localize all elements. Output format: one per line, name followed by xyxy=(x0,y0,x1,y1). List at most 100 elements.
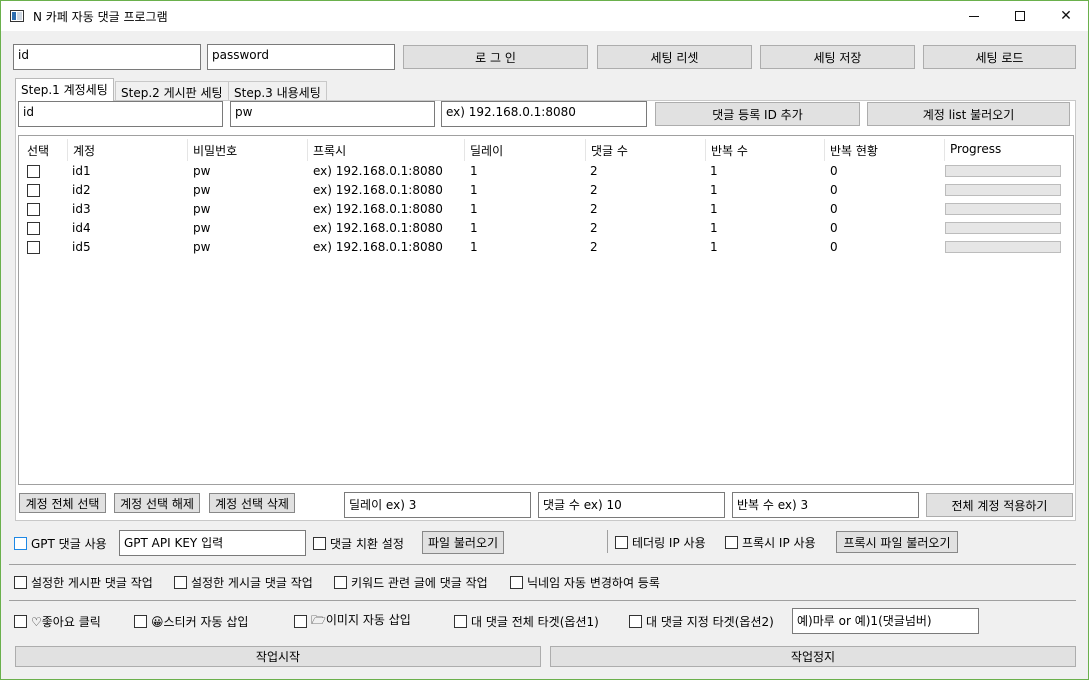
cell-comment-count: 2 xyxy=(590,164,598,178)
board-comment-checkbox[interactable]: 설정한 게시판 댓글 작업 xyxy=(14,574,153,590)
title-bar[interactable]: N 카페 자동 댓글 프로그램 ✕ xyxy=(1,1,1088,31)
reply-all-target-checkbox[interactable]: 대 댓글 전체 타겟(옵션1) xyxy=(454,613,599,629)
col-separator xyxy=(187,139,188,161)
col-header-select[interactable]: 선택 xyxy=(27,142,49,159)
col-header-account[interactable]: 계정 xyxy=(73,142,95,159)
image-insert-checkbox[interactable]: 🗁이미지 자동 삽입 xyxy=(294,613,411,629)
divider xyxy=(9,600,1076,601)
checkbox-box xyxy=(725,535,738,549)
close-icon: ✕ xyxy=(1060,8,1072,24)
account-pw-input[interactable]: pw xyxy=(230,101,435,127)
like-click-checkbox[interactable]: ♡좋아요 클릭 xyxy=(14,613,101,629)
image-insert-label: 🗁이미지 자동 삽입 xyxy=(311,612,411,627)
nickname-change-label: 닉네임 자동 변경하여 등록 xyxy=(527,575,660,590)
row-progress-bar xyxy=(945,165,1061,177)
proxy-ip-label: 프록시 IP 사용 xyxy=(742,535,816,550)
comment-replace-label: 댓글 치환 설정 xyxy=(330,536,404,551)
col-header-password[interactable]: 비밀번호 xyxy=(193,142,237,159)
comment-replace-checkbox[interactable]: 댓글 치환 설정 xyxy=(313,535,404,551)
cell-account: id2 xyxy=(72,183,91,197)
reset-settings-button[interactable]: 세팅 리셋 xyxy=(597,45,752,69)
row-progress-bar xyxy=(945,241,1061,253)
col-separator xyxy=(464,139,465,161)
cell-repeat-count: 1 xyxy=(710,221,718,235)
checkbox-box xyxy=(334,575,347,589)
tab-account-settings[interactable]: Step.1 계정세팅 xyxy=(15,78,114,101)
account-id-input[interactable]: id xyxy=(18,101,223,127)
load-account-list-button[interactable]: 계정 list 불러오기 xyxy=(867,102,1070,126)
col-separator xyxy=(824,139,825,161)
reply-target-input[interactable]: 예)마루 or 예)1(댓글넘버) xyxy=(792,608,979,634)
login-id-input[interactable]: id xyxy=(13,44,201,70)
account-proxy-input[interactable]: ex) 192.168.0.1:8080 xyxy=(441,101,647,127)
cell-account: id3 xyxy=(72,202,91,216)
col-separator xyxy=(67,139,68,161)
nickname-change-checkbox[interactable]: 닉네임 자동 변경하여 등록 xyxy=(510,574,660,590)
add-comment-id-button[interactable]: 댓글 등록 ID 추가 xyxy=(655,102,860,126)
cell-account: id1 xyxy=(72,164,91,178)
tab-content-settings[interactable]: Step.3 내용세팅 xyxy=(228,81,327,100)
col-header-comment-count[interactable]: 댓글 수 xyxy=(591,142,628,159)
checkbox-box xyxy=(14,575,27,589)
accounts-table[interactable]: 선택 계정 비밀번호 프록시 딜레이 댓글 수 반복 수 반복 현황 Progr… xyxy=(18,135,1074,485)
load-proxy-file-button[interactable]: 프록시 파일 불러오기 xyxy=(836,531,958,553)
row-select-checkbox[interactable] xyxy=(27,184,40,197)
cell-account: id4 xyxy=(72,221,91,235)
col-header-delay[interactable]: 딜레이 xyxy=(470,142,503,159)
table-row[interactable]: id5 pw ex) 192.168.0.1:8080 1 2 1 0 xyxy=(19,238,1073,257)
stop-job-button[interactable]: 작업정지 xyxy=(550,646,1076,667)
row-select-checkbox[interactable] xyxy=(27,165,40,178)
cell-delay: 1 xyxy=(470,164,478,178)
minimize-icon xyxy=(969,15,979,17)
row-select-checkbox[interactable] xyxy=(27,203,40,216)
table-row[interactable]: id2 pw ex) 192.168.0.1:8080 1 2 1 0 xyxy=(19,181,1073,200)
apply-all-accounts-button[interactable]: 전체 계정 적용하기 xyxy=(926,493,1073,517)
delete-selected-accounts-button[interactable]: 계정 선택 삭제 xyxy=(209,493,295,513)
tab-board-settings[interactable]: Step.2 게시판 세팅 xyxy=(115,81,229,100)
load-settings-button[interactable]: 세팅 로드 xyxy=(923,45,1076,69)
table-row[interactable]: id3 pw ex) 192.168.0.1:8080 1 2 1 0 xyxy=(19,200,1073,219)
login-password-input[interactable]: password xyxy=(207,44,395,70)
tethering-ip-checkbox[interactable]: 테더링 IP 사용 xyxy=(615,534,706,550)
app-window: N 카페 자동 댓글 프로그램 ✕ id password 로 그 인 세팅 리… xyxy=(0,0,1089,680)
gpt-comment-checkbox[interactable]: GPT 댓글 사용 xyxy=(14,535,107,551)
checkbox-box xyxy=(615,535,628,549)
row-select-checkbox[interactable] xyxy=(27,222,40,235)
col-header-progress[interactable]: Progress xyxy=(950,142,1001,156)
reply-specific-target-checkbox[interactable]: 대 댓글 지정 타겟(옵션2) xyxy=(629,613,774,629)
tethering-ip-label: 테더링 IP 사용 xyxy=(632,535,706,550)
bulk-comment-count-input[interactable]: 댓글 수 ex) 10 xyxy=(538,492,725,518)
minimize-button[interactable] xyxy=(951,1,997,31)
cell-delay: 1 xyxy=(470,183,478,197)
select-all-accounts-button[interactable]: 계정 전체 선택 xyxy=(19,493,106,513)
login-button[interactable]: 로 그 인 xyxy=(403,45,588,69)
cell-proxy: ex) 192.168.0.1:8080 xyxy=(313,183,443,197)
sticker-insert-checkbox[interactable]: 😀스티커 자동 삽입 xyxy=(134,613,248,629)
table-row[interactable]: id1 pw ex) 192.168.0.1:8080 1 2 1 0 xyxy=(19,162,1073,181)
proxy-ip-checkbox[interactable]: 프록시 IP 사용 xyxy=(725,534,816,550)
load-file-button[interactable]: 파일 불러오기 xyxy=(422,531,504,554)
deselect-accounts-button[interactable]: 계정 선택 해제 xyxy=(114,493,200,513)
close-button[interactable]: ✕ xyxy=(1043,1,1088,31)
post-comment-checkbox[interactable]: 설정한 게시글 댓글 작업 xyxy=(174,574,313,590)
checkbox-box xyxy=(454,614,467,628)
cell-repeat-status: 0 xyxy=(830,221,838,235)
col-header-repeat-count[interactable]: 반복 수 xyxy=(711,142,748,159)
save-settings-button[interactable]: 세팅 저장 xyxy=(760,45,915,69)
maximize-button[interactable] xyxy=(997,1,1043,31)
row-progress-bar xyxy=(945,184,1061,196)
col-header-repeat-status[interactable]: 반복 현황 xyxy=(830,142,878,159)
app-icon xyxy=(10,10,24,22)
col-header-proxy[interactable]: 프록시 xyxy=(313,142,346,159)
board-comment-label: 설정한 게시판 댓글 작업 xyxy=(31,575,153,590)
table-row[interactable]: id4 pw ex) 192.168.0.1:8080 1 2 1 0 xyxy=(19,219,1073,238)
col-separator xyxy=(944,139,945,161)
keyword-comment-checkbox[interactable]: 키워드 관련 글에 댓글 작업 xyxy=(334,574,488,590)
cell-password: pw xyxy=(193,183,211,197)
bulk-delay-input[interactable]: 딜레이 ex) 3 xyxy=(344,492,531,518)
row-select-checkbox[interactable] xyxy=(27,241,40,254)
window-title: N 카페 자동 댓글 프로그램 xyxy=(33,10,168,24)
start-job-button[interactable]: 작업시작 xyxy=(15,646,541,667)
gpt-api-key-input[interactable]: GPT API KEY 입력 xyxy=(119,530,306,556)
bulk-repeat-count-input[interactable]: 반복 수 ex) 3 xyxy=(732,492,919,518)
